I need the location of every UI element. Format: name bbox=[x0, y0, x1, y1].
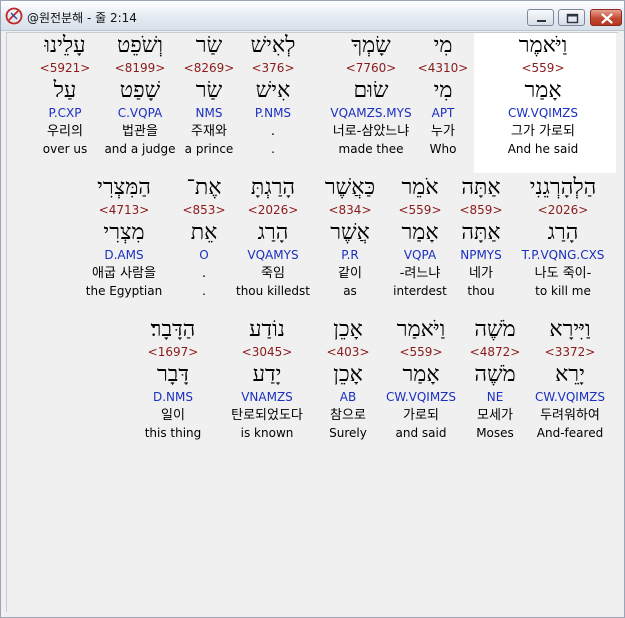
english-gloss: And he said bbox=[507, 142, 579, 156]
parsing-code: D.NMS bbox=[152, 390, 193, 404]
word-entry[interactable]: הַדָּבָר׃ <1697> דָּבָר D.NMS 일이 this thing bbox=[124, 317, 222, 441]
strong-number: <4713> bbox=[98, 203, 150, 217]
app-logo-icon[interactable] bbox=[5, 7, 23, 25]
parsing-code: CW.VQIMZS bbox=[507, 106, 579, 120]
english-gloss: is known bbox=[240, 426, 294, 440]
lemma: מִצְרִי bbox=[103, 220, 145, 245]
word-entry[interactable]: שָׂמְךָ <7760> שׂוּם VQAMZS.MYS 너로-삼았느냐 made … bbox=[322, 33, 420, 157]
word-entry[interactable]: עָלֵינוּ <5921> עַל P.CXP 우리의 over us bbox=[16, 33, 114, 157]
korean-gloss: 탄로되었도다 bbox=[231, 408, 303, 423]
strong-number: <1697> bbox=[147, 345, 199, 359]
close-icon bbox=[601, 13, 613, 24]
korean-gloss: 너로-삼았느냐 bbox=[332, 124, 410, 139]
strong-number: <5921> bbox=[39, 61, 91, 75]
strong-number: <7760> bbox=[345, 61, 397, 75]
window-title: @원전분해 - 줄 2:14 bbox=[27, 11, 137, 25]
lemma: עַל bbox=[53, 78, 77, 103]
lemma: יָדַע bbox=[252, 362, 282, 387]
parsing-code: VQAMZS.MYS bbox=[330, 106, 412, 120]
analysis-panel: וַיֹּאמֶר <559> אָמַר CW.VQIMZS 그가 가로되 And he… bbox=[6, 32, 618, 612]
close-button[interactable] bbox=[590, 9, 622, 26]
english-gloss: over us bbox=[42, 142, 88, 156]
word-entry[interactable]: וַיֹּאמֶר <559> אָמַר CW.VQIMZS 그가 가로되 And he… bbox=[494, 33, 592, 157]
korean-gloss: 일이 bbox=[161, 408, 185, 423]
minimize-button[interactable] bbox=[527, 9, 554, 26]
hebrew-word: וַיֹּאמֶר bbox=[518, 33, 568, 58]
korean-gloss: 그가 가로되 bbox=[511, 124, 575, 139]
minimize-icon bbox=[537, 20, 546, 22]
hebrew-word: הַדָּבָר׃ bbox=[150, 317, 196, 342]
korean-gloss: 우리의 bbox=[47, 124, 83, 139]
app-window: @원전분해 - 줄 2:14 וַיֹּאמֶר <559> אָמַר CW.VQI… bbox=[0, 0, 625, 618]
word-entry[interactable]: נוֹדַע <3045> יָדַע VNAMZS 탄로되었도다 is known bbox=[218, 317, 316, 441]
parsing-code: VNAMZS bbox=[241, 390, 293, 404]
lemma: דָּבָר bbox=[157, 362, 189, 387]
english-gloss: this thing bbox=[144, 426, 202, 440]
lemma: אָמַר bbox=[524, 78, 562, 103]
hebrew-word: עָלֵינוּ bbox=[44, 33, 86, 58]
lemma: שׂוּם bbox=[353, 78, 389, 103]
parsing-code: P.CXP bbox=[48, 106, 82, 120]
hebrew-word: הַמִּצְרִי bbox=[97, 175, 151, 200]
word-entry[interactable]: הַמִּצְרִי <4713> מִצְרִי D.AMS 애굽 사람을 the Eg… bbox=[75, 175, 173, 299]
english-gloss: the Egyptian bbox=[85, 284, 163, 298]
hebrew-word: שָׂמְךָ bbox=[351, 33, 391, 58]
korean-gloss: 애굽 사람을 bbox=[92, 266, 156, 281]
maximize-button[interactable] bbox=[558, 9, 585, 26]
english-gloss: made thee bbox=[338, 142, 404, 156]
maximize-icon bbox=[566, 13, 579, 24]
hebrew-word: נוֹדַע bbox=[249, 317, 285, 342]
strong-number: <559> bbox=[521, 61, 565, 75]
strong-number: <3045> bbox=[241, 345, 293, 359]
title-bar[interactable]: @원전분해 - 줄 2:14 bbox=[1, 1, 624, 31]
parsing-code: D.AMS bbox=[104, 248, 144, 262]
